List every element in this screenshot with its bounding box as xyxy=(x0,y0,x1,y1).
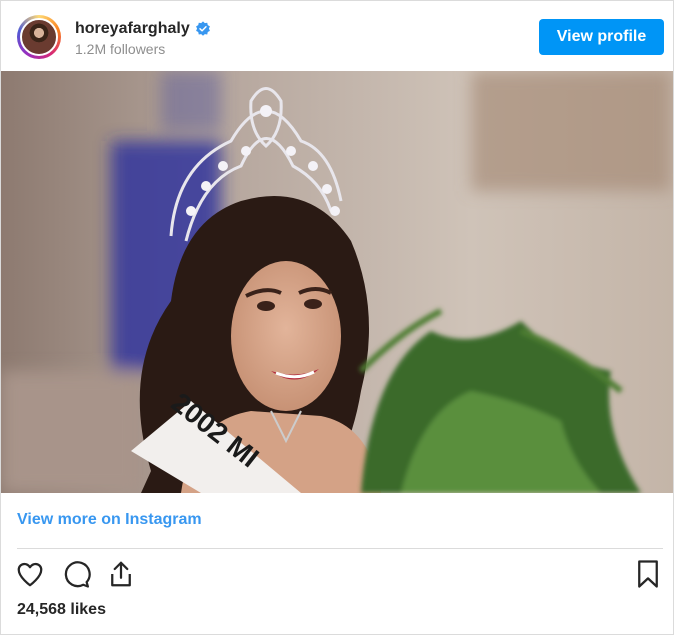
divider xyxy=(17,548,663,549)
username-row: horeyafarghaly xyxy=(75,20,211,38)
username-link[interactable]: horeyafarghaly xyxy=(75,20,190,38)
avatar-image xyxy=(20,18,58,56)
share-icon xyxy=(111,561,131,587)
like-button[interactable] xyxy=(15,559,45,589)
comment-icon xyxy=(64,561,91,588)
view-profile-button[interactable]: View profile xyxy=(539,19,664,55)
like-count: 24,568 likes xyxy=(17,601,106,618)
post-image[interactable]: 2002 MI xyxy=(1,71,673,493)
post-photo-illustration: 2002 MI xyxy=(1,71,673,493)
instagram-embed-card: horeyafarghaly 1.2M followers View profi… xyxy=(0,0,674,635)
follower-count: 1.2M followers xyxy=(75,41,166,57)
heart-icon xyxy=(17,562,43,587)
profile-avatar[interactable] xyxy=(17,15,61,59)
comment-button[interactable] xyxy=(61,559,91,589)
verified-badge-icon xyxy=(195,21,210,36)
share-button[interactable] xyxy=(106,559,136,589)
save-button[interactable] xyxy=(633,559,663,589)
post-header: horeyafarghaly 1.2M followers View profi… xyxy=(1,1,673,71)
bookmark-icon xyxy=(638,560,658,588)
view-more-on-instagram-link[interactable]: View more on Instagram xyxy=(17,511,202,529)
